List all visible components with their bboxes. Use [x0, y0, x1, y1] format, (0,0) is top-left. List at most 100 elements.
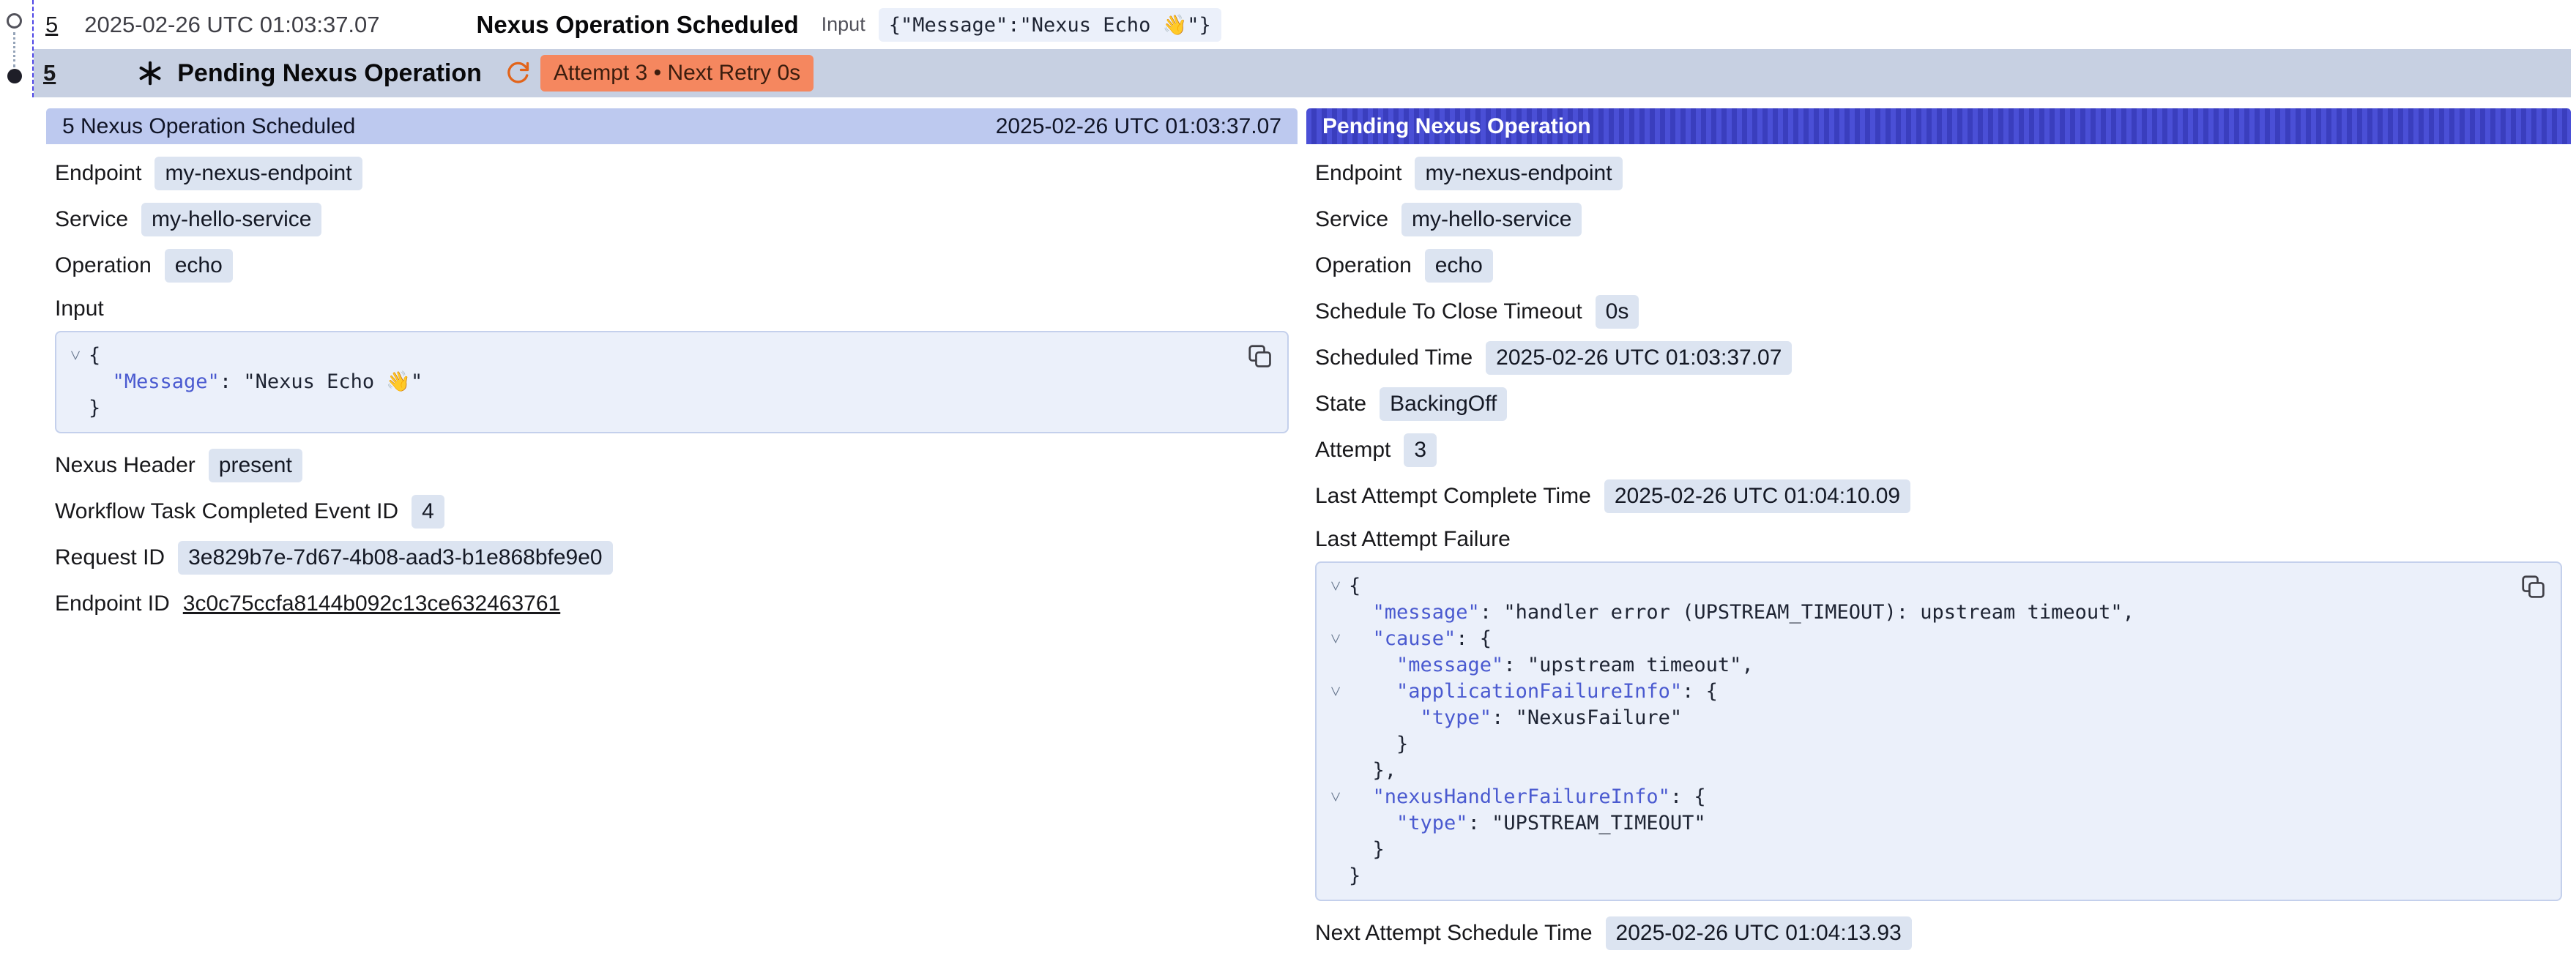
- field-label: Service: [1315, 207, 1388, 232]
- scheduled-panel-content: Endpointmy-nexus-endpointServicemy-hello…: [46, 144, 1298, 627]
- field-row: Attempt3: [1315, 427, 2562, 473]
- json-key: "nexusHandlerFailureInfo": [1373, 785, 1670, 808]
- field-row: Operationecho: [55, 242, 1289, 288]
- field-label: Next Attempt Schedule Time: [1315, 921, 1593, 946]
- failure-json-block: ˅{"message": "handler error (UPSTREAM_TI…: [1315, 561, 2562, 901]
- json-punctuation: :: [1468, 812, 1492, 834]
- json-punctuation: {: [1349, 575, 1360, 597]
- field-label: Schedule To Close Timeout: [1315, 299, 1582, 324]
- event-id-link[interactable]: 5: [43, 60, 56, 86]
- field-value-chip: my-nexus-endpoint: [155, 157, 362, 190]
- field-value-chip: echo: [1425, 249, 1493, 283]
- scheduled-event-panel: 5 Nexus Operation Scheduled 2025-02-26 U…: [46, 108, 1298, 956]
- field-label: Workflow Task Completed Event ID: [55, 499, 398, 524]
- code-line-content: },: [1349, 758, 1396, 784]
- event-id-link[interactable]: 5: [45, 12, 58, 38]
- field-label: Nexus Header: [55, 453, 196, 478]
- code-line-content: "applicationFailureInfo": {: [1349, 679, 1718, 705]
- code-line-content: "type": "UPSTREAM_TIMEOUT": [1349, 810, 1706, 837]
- scheduled-fields-top: Endpointmy-nexus-endpointServicemy-hello…: [55, 150, 1289, 288]
- field-row: Endpointmy-nexus-endpoint: [1315, 150, 2562, 196]
- json-string: "Nexus Echo 👋": [243, 370, 422, 393]
- code-line: "type": "UPSTREAM_TIMEOUT": [1322, 810, 2495, 837]
- scheduled-panel-title: 5 Nexus Operation Scheduled: [62, 114, 355, 139]
- collapse-chevron-icon[interactable]: ˅: [62, 343, 89, 369]
- code-line-content: "nexusHandlerFailureInfo": {: [1349, 784, 1706, 810]
- pending-panel-title: Pending Nexus Operation: [1322, 114, 1591, 139]
- code-line-content: "Message": "Nexus Echo 👋": [89, 369, 422, 395]
- field-row: Workflow Task Completed Event ID4: [55, 488, 1289, 534]
- field-row: StateBackingOff: [1315, 381, 2562, 427]
- field-value-chip: 2025-02-26 UTC 01:04:10.09: [1604, 479, 1910, 513]
- json-punctuation: ,: [2123, 601, 2134, 624]
- timeline-node-dot-icon: [7, 69, 22, 83]
- collapse-chevron-icon[interactable]: ˅: [1322, 626, 1349, 652]
- chevron-spacer: [1322, 758, 1349, 784]
- event-timestamp: 2025-02-26 UTC 01:03:37.07: [84, 12, 379, 38]
- scheduled-panel-header: 5 Nexus Operation Scheduled 2025-02-26 U…: [46, 108, 1298, 144]
- json-punctuation: {: [89, 344, 100, 367]
- json-punctuation: : {: [1682, 680, 1718, 703]
- json-punctuation: : {: [1456, 627, 1492, 650]
- json-key: "type": [1396, 812, 1468, 834]
- field-label: Last Attempt Complete Time: [1315, 484, 1591, 509]
- input-json-lines: ˅{"Message": "Nexus Echo 👋"}: [62, 343, 1221, 422]
- pending-panel-content: Endpointmy-nexus-endpoint Service my-hello…: [1306, 144, 2571, 956]
- field-value-chip: my-hello-service: [1401, 203, 1582, 236]
- field-value-chip: 2025-02-26 UTC 01:03:37.07: [1486, 341, 1792, 375]
- chevron-spacer: [1322, 837, 1349, 863]
- chevron-spacer: [1322, 731, 1349, 758]
- field-value-link[interactable]: 3c0c75ccfa8144b092c13ce632463761: [183, 591, 560, 616]
- chevron-spacer: [62, 369, 89, 395]
- code-line-content: }: [89, 395, 100, 422]
- code-line: }: [1322, 837, 2495, 863]
- chevron-spacer: [1322, 863, 1349, 889]
- field-label: Request ID: [55, 545, 165, 570]
- code-line: "Message": "Nexus Echo 👋": [62, 369, 1221, 395]
- field-row: Endpointmy-nexus-endpoint: [55, 150, 1289, 196]
- field-value-chip: 0s: [1596, 295, 1639, 329]
- pending-panel-header: Pending Nexus Operation: [1306, 108, 2571, 144]
- field-value-chip: my-nexus-endpoint: [1415, 157, 1622, 190]
- copy-icon[interactable]: [1243, 340, 1277, 373]
- collapse-chevron-icon[interactable]: ˅: [1322, 573, 1349, 600]
- failure-json-lines: ˅{"message": "handler error (UPSTREAM_TI…: [1322, 573, 2495, 889]
- json-punctuation: : {: [1670, 785, 1706, 808]
- input-section-label: Input: [55, 288, 1289, 329]
- code-line-content: }: [1349, 837, 1385, 863]
- json-punctuation: }: [1373, 838, 1385, 861]
- field-value-chip: echo: [165, 249, 233, 283]
- code-line: ˅"cause": {: [1322, 626, 2495, 652]
- field-value-chip: 2025-02-26 UTC 01:04:13.93: [1606, 916, 1912, 950]
- event-row-nexus-operation-scheduled[interactable]: 5 2025-02-26 UTC 01:03:37.07 Nexus Opera…: [34, 0, 2571, 49]
- code-line-content: }: [1349, 863, 1360, 889]
- json-punctuation: },: [1373, 759, 1397, 782]
- code-line: "message": "upstream timeout",: [1322, 652, 2495, 679]
- json-punctuation: :: [1503, 654, 1527, 676]
- field-value-chip: 3e829b7e-7d67-4b08-aad3-b1e868bfe9e0: [178, 541, 613, 575]
- collapse-chevron-icon[interactable]: ˅: [1322, 784, 1349, 810]
- input-preview-chip: {"Message":"Nexus Echo 👋"}: [879, 8, 1221, 42]
- collapse-chevron-icon[interactable]: ˅: [1322, 679, 1349, 705]
- field-label: State: [1315, 392, 1366, 417]
- copy-icon[interactable]: [2517, 570, 2550, 604]
- code-line: }: [1322, 731, 2495, 758]
- code-line: "message": "handler error (UPSTREAM_TIME…: [1322, 600, 2495, 626]
- code-line: }: [1322, 863, 2495, 889]
- code-line-content: "type": "NexusFailure": [1349, 705, 1682, 731]
- field-row: Last Attempt Complete Time 2025-02-26 UTC…: [1315, 473, 2562, 519]
- workflow-event-history-view: 5 2025-02-26 UTC 01:03:37.07 Nexus Opera…: [0, 0, 2576, 956]
- timeline-node-ring-icon: [7, 13, 22, 29]
- scheduled-panel-timestamp: 2025-02-26 UTC 01:03:37.07: [996, 114, 1281, 139]
- field-value-chip: 3: [1404, 433, 1437, 467]
- field-label: Scheduled Time: [1315, 346, 1473, 370]
- field-row: Schedule To Close Timeout 0s: [1315, 288, 2562, 335]
- json-punctuation: }: [89, 397, 100, 419]
- code-line-content: "message": "upstream timeout",: [1349, 652, 1754, 679]
- code-line: },: [1322, 758, 2495, 784]
- pending-nexus-operation-row[interactable]: 5 Pending Nexus Operation Attempt 3 • Ne…: [34, 49, 2571, 97]
- event-title: Nexus Operation Scheduled: [477, 11, 799, 39]
- pending-operation-title: Pending Nexus Operation: [177, 59, 482, 88]
- field-row: Endpoint ID3c0c75ccfa8144b092c13ce632463…: [55, 580, 1289, 627]
- field-row: Request ID 3e829b7e-7d67-4b08-aad3-b1e868…: [55, 534, 1289, 580]
